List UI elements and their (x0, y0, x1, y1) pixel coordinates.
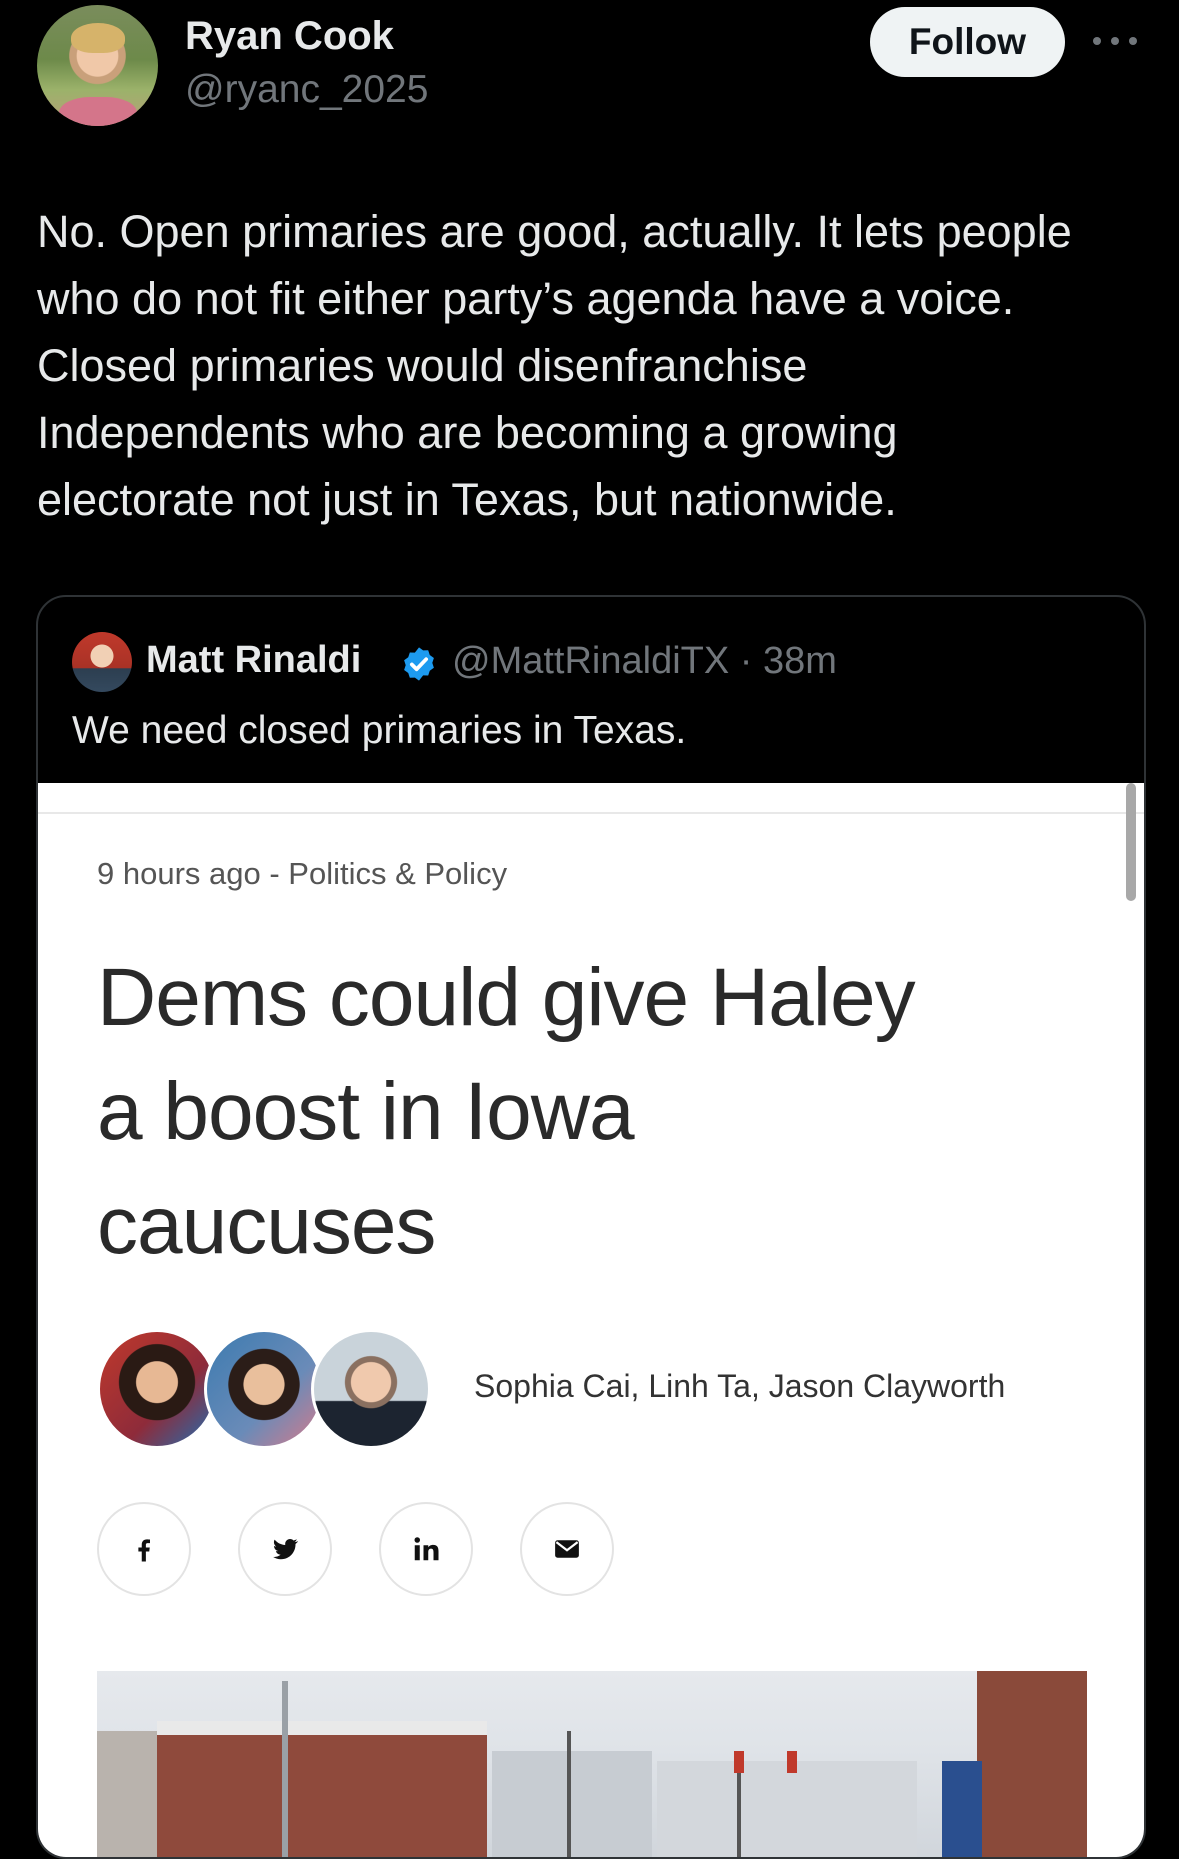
article-authors: Sophia Cai, Linh Ta, Jason Clayworth (474, 1368, 1006, 1404)
verified-badge-icon (404, 647, 434, 681)
quoted-author-avatar[interactable] (72, 632, 132, 692)
tweet-text-line: electorate not just in Texas, but nation… (37, 474, 897, 525)
facebook-icon (97, 1502, 191, 1596)
article-author-avatar (204, 1329, 324, 1449)
article-author-avatar (311, 1329, 431, 1449)
article-meta: 9 hours ago - Politics & Policy (97, 856, 508, 891)
article-screenshot-image[interactable]: 9 hours ago - Politics & Policy Dems cou… (38, 783, 1144, 1857)
author-display-name[interactable]: Ryan Cook (185, 14, 394, 59)
article-divider (38, 812, 1144, 814)
headline-line: caucuses (97, 1180, 436, 1271)
quoted-author-handle-time[interactable]: @MattRinaldiTX · 38m (452, 640, 837, 683)
author-handle[interactable]: @ryanc_2025 (185, 68, 428, 112)
twitter-icon (238, 1502, 332, 1596)
tweet-text-line: who do not fit either party’s agenda hav… (37, 273, 1015, 324)
article-photo (97, 1671, 1087, 1857)
tweet-text-line: Independents who are becoming a growing (37, 407, 898, 458)
quoted-author-name[interactable]: Matt Rinaldi (146, 639, 361, 682)
article-scrollbar (1126, 783, 1136, 901)
author-avatar[interactable] (37, 5, 158, 126)
email-icon (520, 1502, 614, 1596)
headline-line: a boost in Iowa (97, 1066, 635, 1157)
linkedin-icon (379, 1502, 473, 1596)
headline-line: Dems could give Haley (97, 952, 916, 1043)
tweet-text-line: Closed primaries would disenfranchise (37, 340, 808, 391)
article-author-avatar (97, 1329, 217, 1449)
article-headline: Dems could give Haley a boost in Iowa ca… (97, 941, 1097, 1283)
quoted-tweet-card[interactable]: Matt Rinaldi @MattRinaldiTX · 38m We nee… (36, 595, 1146, 1859)
follow-button[interactable]: Follow (870, 7, 1065, 77)
tweet-text-line: No. Open primaries are good, actually. I… (37, 206, 1072, 257)
quoted-tweet-text: We need closed primaries in Texas. (72, 709, 687, 752)
more-options-icon[interactable] (1093, 28, 1137, 54)
tweet-text: No. Open primaries are good, actually. I… (37, 198, 1157, 533)
